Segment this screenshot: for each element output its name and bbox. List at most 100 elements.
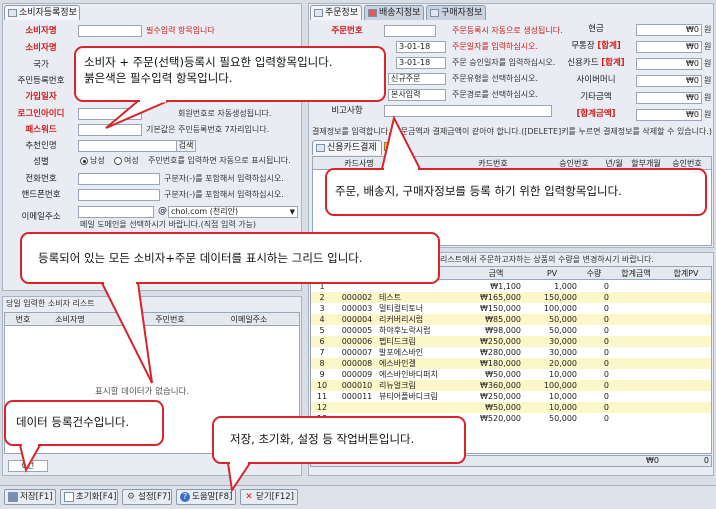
cell-qty[interactable]: 0 [579, 380, 609, 391]
phone-input[interactable] [78, 173, 160, 185]
gender-male-radio[interactable] [80, 157, 88, 165]
approve-date-input[interactable]: 3-01-18 [396, 57, 446, 69]
chevron-down-icon: ▼ [289, 208, 295, 216]
cell-qty[interactable]: 0 [579, 325, 609, 336]
save-button[interactable]: 저장[F1] [4, 489, 56, 505]
table-row[interactable]: 12 ₩50,000 10,000 0 [311, 402, 711, 413]
cell-qty[interactable]: 0 [579, 413, 609, 424]
gender-hint: 주민번호를 입력하면 자동으로 표시됩니다. [148, 156, 291, 165]
customer-list-title: 당일 입력한 소비자 리스트 [6, 299, 95, 308]
cell-code: 000003 [341, 304, 373, 313]
cell-qty[interactable]: 0 [579, 402, 609, 413]
cell-name: 에스바인겔 [379, 359, 416, 368]
payment-summary: 현금 ₩0 원 무통장 [합계] ₩0 원 신용카드 [합계] ₩0 원 사이버… [560, 22, 714, 122]
referrer-label: 추천인명 [25, 141, 57, 151]
etc-label: 기타금액 [580, 92, 612, 102]
product-notice: 리스트에서 주문하고자하는 상품의 수량을 변경하시기 바랍니다. [440, 255, 654, 264]
etc-input[interactable]: ₩0 [636, 92, 702, 104]
order-no-label: 주문번호 [331, 26, 363, 36]
email-id-input[interactable] [78, 206, 154, 218]
consumer-name-input[interactable] [78, 25, 142, 37]
table-row[interactable]: 4 000004 리커버리시럽 ₩85,000 50,000 0 [311, 314, 711, 325]
save-icon [8, 492, 18, 502]
close-icon: ✕ [245, 492, 253, 502]
payment-notice: 결제정보를 입력합니다. 주문금액과 결제금액이 같아야 합니다.([DELET… [312, 127, 712, 136]
bank-label: 무통장 [합계] [560, 39, 632, 54]
cash-input[interactable]: ₩0 [636, 24, 702, 36]
order-type-select[interactable]: 신규주문 [388, 73, 446, 85]
table-row[interactable]: 3 000003 멀티컬티토너 ₩150,000 100,000 0 [311, 303, 711, 314]
cell-no: 9 [319, 370, 325, 379]
table-row[interactable]: 11 000011 뷰티어플바디크림 ₩250,000 10,000 0 [311, 391, 711, 402]
cell-name: 멀티컬티토너 [379, 304, 424, 313]
cell-pv: 50,000 [549, 315, 577, 324]
order-date-input[interactable]: 3-01-18 [396, 41, 446, 53]
gender-label: 성별 [33, 157, 49, 167]
tab-customer-info[interactable]: 소비자등록정보 [4, 5, 80, 20]
cell-qty[interactable]: 0 [579, 391, 609, 402]
table-row[interactable]: 8 000008 에스바인겔 ₩180,000 20,000 0 [311, 358, 711, 369]
cyber-input[interactable]: ₩0 [636, 75, 702, 87]
at-sign: @ [158, 206, 167, 216]
tab-label: 신용카드결제 [327, 143, 377, 153]
cell-code: 000007 [341, 348, 373, 357]
cell-pv: 100,000 [543, 381, 577, 390]
cell-no: 8 [319, 359, 325, 368]
memo-input[interactable] [384, 105, 552, 117]
reset-button[interactable]: 초기화[F4] [60, 489, 118, 505]
cell-price: ₩150,000 [480, 304, 521, 313]
cash-unit: 원 [704, 25, 712, 34]
tab-label: 배송지정보 [379, 8, 421, 18]
table-row[interactable]: 6 000006 펩티드크림 ₩250,000 30,000 0 [311, 336, 711, 347]
table-row[interactable]: 10 000010 리뉴얼크림 ₩360,000 100,000 0 [311, 380, 711, 391]
col-no: 번호 [15, 315, 31, 324]
cell-no: 10 [316, 381, 328, 390]
table-row[interactable]: 2 000002 테스트 ₩165,000 150,000 0 [311, 292, 711, 303]
country-label: 국가 [33, 60, 49, 70]
cell-qty[interactable]: 0 [579, 369, 609, 380]
cell-qty[interactable]: 0 [579, 292, 609, 303]
tab-shipping[interactable]: 배송지정보 [364, 5, 424, 20]
cell-name: 에스바인바디퍼치 [379, 370, 438, 379]
card-label-text: 신용카드 [567, 58, 599, 68]
cell-price: ₩250,000 [480, 337, 521, 346]
cell-qty[interactable]: 0 [579, 281, 609, 292]
join-date-label: 가입일자 [25, 92, 57, 102]
cell-qty[interactable]: 0 [579, 314, 609, 325]
cell-qty[interactable]: 0 [579, 303, 609, 314]
consumer-name-label: 소비자명 [25, 26, 57, 36]
tab-card-payment[interactable]: 신용카드결제 [312, 140, 382, 155]
footer-total-amount: ₩0 [646, 456, 659, 465]
cell-qty[interactable]: 0 [579, 336, 609, 347]
form-icon [8, 9, 17, 17]
order-route-select[interactable]: 본사입력 [388, 89, 446, 101]
phone-label: 전화번호 [25, 174, 57, 184]
order-no-input[interactable] [384, 25, 436, 37]
mobile-input[interactable] [78, 189, 160, 201]
card-icon [316, 144, 325, 152]
etc-unit: 원 [704, 93, 712, 102]
save-label: 저장[F1] [20, 492, 53, 502]
callout-grid: 등록되어 있는 모든 소비자+주문 데이터를 표시하는 그리드 입니다. [20, 232, 440, 284]
login-id-hint: 회원번호로 자동생성됩니다. [178, 109, 272, 118]
help-button[interactable]: ? 도움말[F8] [176, 489, 236, 505]
cell-qty[interactable]: 0 [579, 347, 609, 358]
settings-button[interactable]: ⚙ 설정[F7] [122, 489, 172, 505]
cash-label: 현금 [588, 24, 604, 34]
cell-pv: 50,000 [549, 414, 577, 423]
close-button[interactable]: ✕ 닫기[F12] [240, 489, 298, 505]
tab-order[interactable]: 주문정보 [310, 5, 362, 20]
tab-buyer[interactable]: 구매자정보 [426, 5, 486, 20]
table-row[interactable]: 9 000009 에스바인바디퍼치 ₩50,000 10,000 0 [311, 369, 711, 380]
screen-icon [430, 9, 439, 17]
referrer-search-button[interactable]: 검색 [176, 140, 196, 152]
table-row[interactable]: 5 000005 하야후노락시럽 ₩98,000 50,000 0 [311, 325, 711, 336]
email-domain-select[interactable]: chol.com (천리안) ▼ [168, 206, 298, 218]
close-label: 닫기[F12] [256, 492, 294, 502]
cell-qty[interactable]: 0 [579, 358, 609, 369]
callout-toolbar-tail [226, 461, 252, 493]
gender-female-radio[interactable] [114, 157, 122, 165]
table-row[interactable]: 7 000007 발포에스바인 ₩280,000 30,000 0 [311, 347, 711, 358]
cell-price: ₩520,000 [480, 414, 521, 423]
bank-label-text: 무통장 [571, 41, 595, 51]
